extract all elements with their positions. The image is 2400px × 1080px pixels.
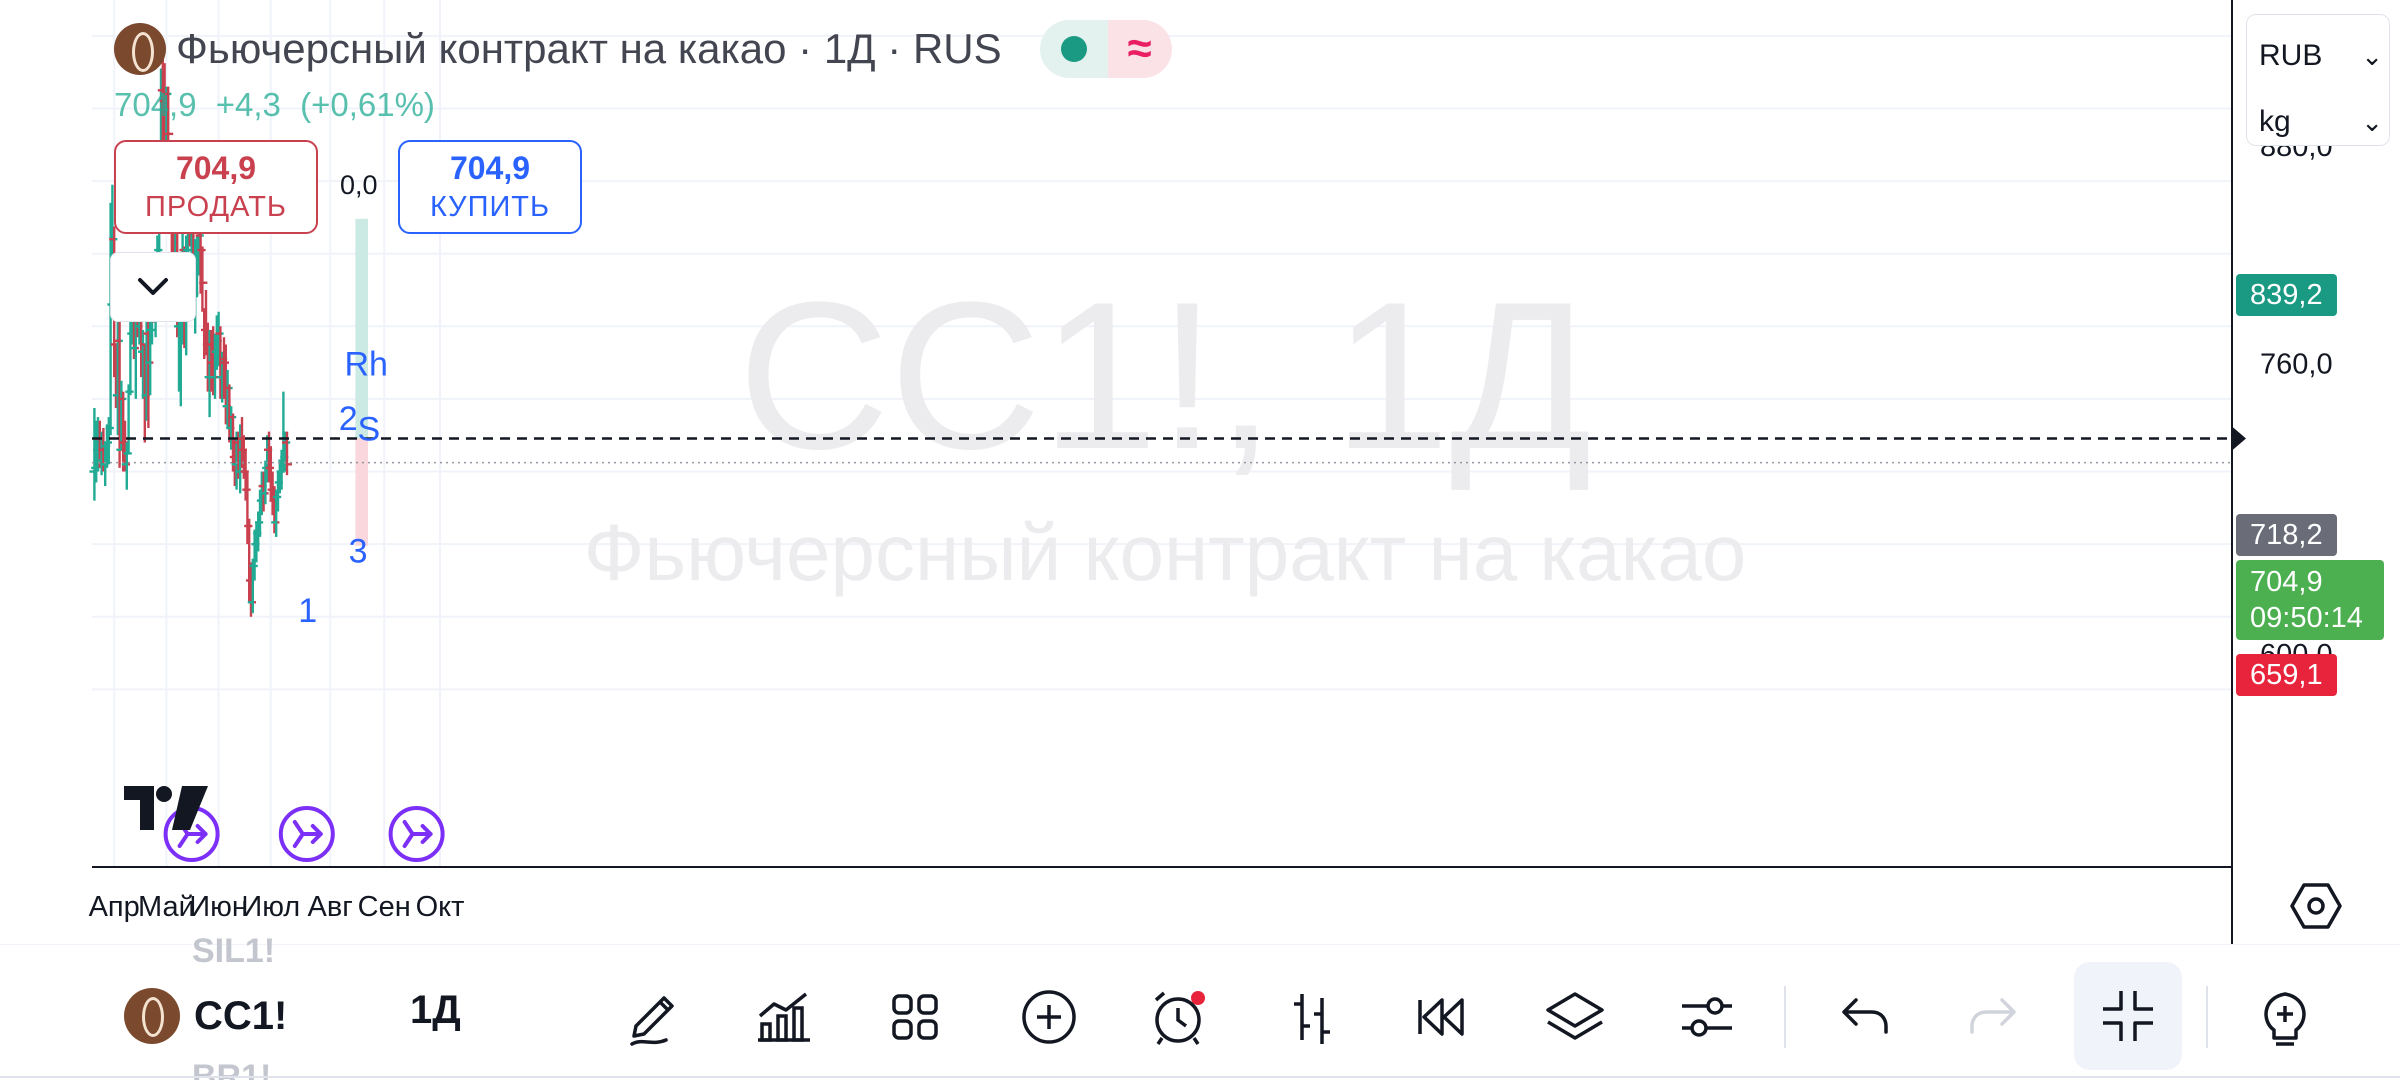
currency-value: RUB (2259, 39, 2323, 72)
layers-button[interactable] (1532, 974, 1618, 1060)
event-marker-icon[interactable] (278, 806, 335, 862)
x-tick-label: Окт (416, 891, 465, 923)
buy-label: КУПИТЬ (429, 191, 551, 223)
annotation-wave3: 3 (349, 532, 368, 570)
undo-button[interactable] (1820, 974, 1906, 1060)
ideas-button[interactable] (2242, 974, 2328, 1060)
unit-value: kg (2259, 105, 2291, 138)
unit-select[interactable]: kg ⌄ (2259, 105, 2383, 139)
x-tick-label: Май (138, 891, 195, 923)
redo-icon (1970, 998, 2016, 1034)
symbol-watermark: CC1!, 1Д Фьючерсный контракт на какао (584, 258, 1747, 597)
current-price-value: 704,9 (2250, 566, 2323, 598)
indicators-button[interactable] (740, 974, 826, 1060)
annotation-wave2: 2 (339, 400, 358, 438)
chevron-down-icon: ⌄ (2361, 106, 2383, 137)
bar-countdown: 09:50:14 (2250, 602, 2363, 634)
collapse-legend-button[interactable] (110, 252, 196, 322)
drawing-tools-button[interactable] (610, 974, 696, 1060)
symbol-title: Фьючерсный контракт на какао · 1Д · RUS (176, 25, 1002, 72)
sell-price: 704,9 (175, 150, 257, 186)
buy-price: 704,9 (449, 150, 531, 186)
price-change-pct: (+0,61%) (300, 86, 435, 123)
symbol-name: CC1! (194, 993, 288, 1038)
last-price: 704,9 (114, 86, 197, 123)
layers-icon (1546, 992, 1604, 1040)
x-tick-label: Апр (89, 891, 140, 923)
cocoa-logo-icon (114, 23, 166, 75)
market-status[interactable]: ≈ (1039, 20, 1172, 78)
watermark-small: Фьючерсный контракт на какао (584, 508, 1747, 597)
price-change: +4,3 (215, 86, 281, 123)
chart-settings-icon[interactable] (2290, 880, 2342, 932)
x-tick-label: Июл (241, 891, 300, 923)
buy-button[interactable]: 704,9 КУПИТЬ (398, 140, 582, 234)
spread-value: 0,0 (340, 170, 378, 200)
alert-button[interactable] (1136, 974, 1222, 1060)
indicators-icon (758, 992, 810, 1042)
bar-style-icon (1294, 994, 1330, 1044)
delayed-data-icon: ≈ (1107, 20, 1172, 78)
settings-button[interactable] (1664, 974, 1750, 1060)
currency-select[interactable]: RUB ⌄ (2259, 39, 2383, 73)
watermark-big: CC1!, 1Д (738, 258, 1592, 493)
x-tick-label: Сен (358, 891, 411, 923)
annotation-s: S (358, 411, 381, 449)
level-line-handle (2232, 426, 2246, 451)
grid-icon (892, 994, 938, 1040)
x-tick-label: Авг (308, 891, 353, 923)
toolbar-divider (1784, 986, 1786, 1048)
symbol-switcher[interactable]: CC1! (124, 988, 287, 1044)
replay-button[interactable] (1400, 974, 1486, 1060)
currency-unit-selector[interactable]: RUB ⌄ kg ⌄ (2246, 14, 2390, 146)
price-chart[interactable]: CC1!, 1Д Фьючерсный контракт на какао 1 2… (0, 0, 2400, 1080)
pencil-icon (630, 996, 674, 1046)
cocoa-logo-icon (124, 988, 180, 1044)
add-button[interactable] (1006, 974, 1092, 1060)
alarm-clock-icon (1154, 991, 1205, 1045)
ohlc-bars (89, 44, 292, 617)
sell-label: ПРОДАТЬ (145, 191, 287, 223)
x-tick-label: Июн (189, 891, 248, 923)
collapse-icon (2103, 991, 2153, 1041)
market-open-icon (1060, 36, 1087, 62)
annotation-rh: Rh (344, 345, 387, 383)
exit-fullscreen-button[interactable] (2074, 962, 2182, 1070)
rewind-icon (1418, 998, 1464, 1036)
target-price-tag: 839,2 (2236, 274, 2337, 316)
redo-button[interactable] (1952, 974, 2038, 1060)
chevron-down-icon: ⌄ (2361, 40, 2383, 71)
current-price-tag: 704,9 09:50:14 (2236, 560, 2384, 640)
annotation-wave1: 1 (298, 592, 317, 630)
undo-icon (1842, 998, 1888, 1034)
entry-price-tag: 718,2 (2236, 514, 2337, 556)
price-summary: 704,9 +4,3 (+0,61%) (114, 86, 435, 124)
ohlc-bar (242, 471, 253, 545)
wave-annotations: 1 2 3 Rh S (298, 345, 388, 630)
sell-button[interactable]: 704,9 ПРОДАТЬ (114, 140, 318, 234)
toolbar-top-divider (0, 944, 2400, 945)
lightbulb-plus-icon (2264, 992, 2306, 1046)
toolbar-divider (2206, 986, 2208, 1048)
plus-circle-icon (1022, 990, 1076, 1044)
screen-bottom-edge (0, 1076, 2400, 1078)
prev-symbol: SIL1! (192, 932, 276, 970)
event-marker-icon[interactable] (388, 806, 445, 862)
stop-price-tag: 659,1 (2236, 654, 2337, 696)
sliders-icon (1682, 997, 1732, 1037)
chevron-down-icon (138, 278, 168, 295)
templates-button[interactable] (872, 974, 958, 1060)
interval-button[interactable]: 1Д (410, 988, 461, 1033)
stop-zone (355, 438, 368, 546)
symbol-header[interactable]: Фьючерсный контракт на какао · 1Д · RUS … (114, 20, 1172, 78)
y-tick-label: 760,0 (2260, 349, 2333, 381)
chart-type-button[interactable] (1268, 974, 1354, 1060)
tradingview-logo-icon[interactable] (124, 786, 208, 830)
